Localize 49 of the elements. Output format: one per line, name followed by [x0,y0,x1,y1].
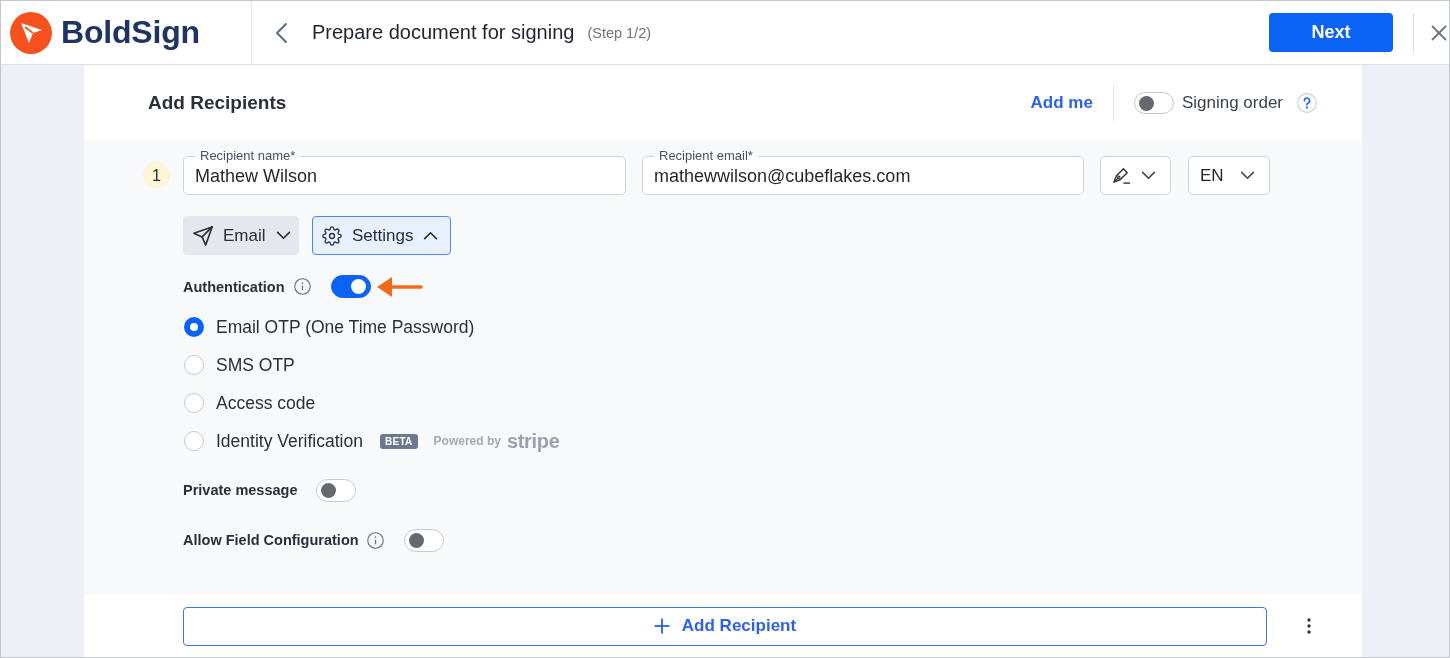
chevron-down-icon [1240,171,1255,180]
settings-icon [322,225,342,246]
recipient-name-field[interactable]: Recipient name* Mathew Wilson [183,149,626,195]
option-label: Access code [216,392,316,414]
logo-text: BoldSign [61,14,200,51]
close-icon[interactable] [1431,24,1447,41]
chevron-down-icon [1141,171,1156,180]
delivery-method-button[interactable]: Email [183,216,299,255]
powered-by-text: Powered by [433,434,501,448]
signing-order-label: Signing order [1181,92,1283,113]
field-configuration-label: Allow Field Configuration [183,532,359,548]
send-icon [193,225,213,246]
recipient-number-badge: 1 [143,162,170,189]
page-title: Prepare document for signing [312,21,575,44]
recipient-email-field[interactable]: Recipient email* mathewwilson@cubeflakes.com [642,149,1084,195]
plus-icon [653,618,670,634]
logo-icon [10,11,52,54]
section-title: Add Recipients [148,91,287,114]
next-button[interactable]: Next [1269,13,1393,52]
settings-button[interactable]: Settings [312,216,451,255]
provider-logo-text: stripe [506,429,560,453]
radio-button[interactable] [184,393,204,413]
field-configuration-toggle[interactable] [403,528,444,552]
add-recipient-button[interactable]: Add Recipient [183,606,1267,646]
option-label: Email OTP (One Time Password) [216,316,475,338]
beta-badge: BETA [379,433,418,449]
pen-icon [1112,166,1131,185]
info-icon[interactable] [293,278,311,295]
chevron-up-icon [423,231,439,240]
authentication-toggle[interactable] [330,275,371,298]
step-indicator: (Step 1/2) [587,24,652,41]
option-label: SMS OTP [216,354,295,376]
info-icon[interactable] [366,531,384,549]
private-message-label: Private message [183,482,298,498]
help-icon[interactable] [1297,92,1317,113]
authentication-label: Authentication [183,278,285,295]
back-icon[interactable] [275,21,288,44]
language-dropdown[interactable]: EN [1188,156,1270,195]
radio-button[interactable] [184,355,204,375]
signature-type-dropdown[interactable] [1100,156,1171,195]
radio-button[interactable] [184,431,204,451]
option-label: Identity Verification [216,430,363,452]
radio-button[interactable] [184,317,204,337]
add-me-link[interactable]: Add me [1030,92,1093,113]
chevron-down-icon [275,231,291,240]
signing-order-toggle[interactable] [1133,91,1174,114]
private-message-toggle[interactable] [316,478,357,502]
arrow-icon [376,276,423,297]
more-icon[interactable] [1307,618,1311,634]
